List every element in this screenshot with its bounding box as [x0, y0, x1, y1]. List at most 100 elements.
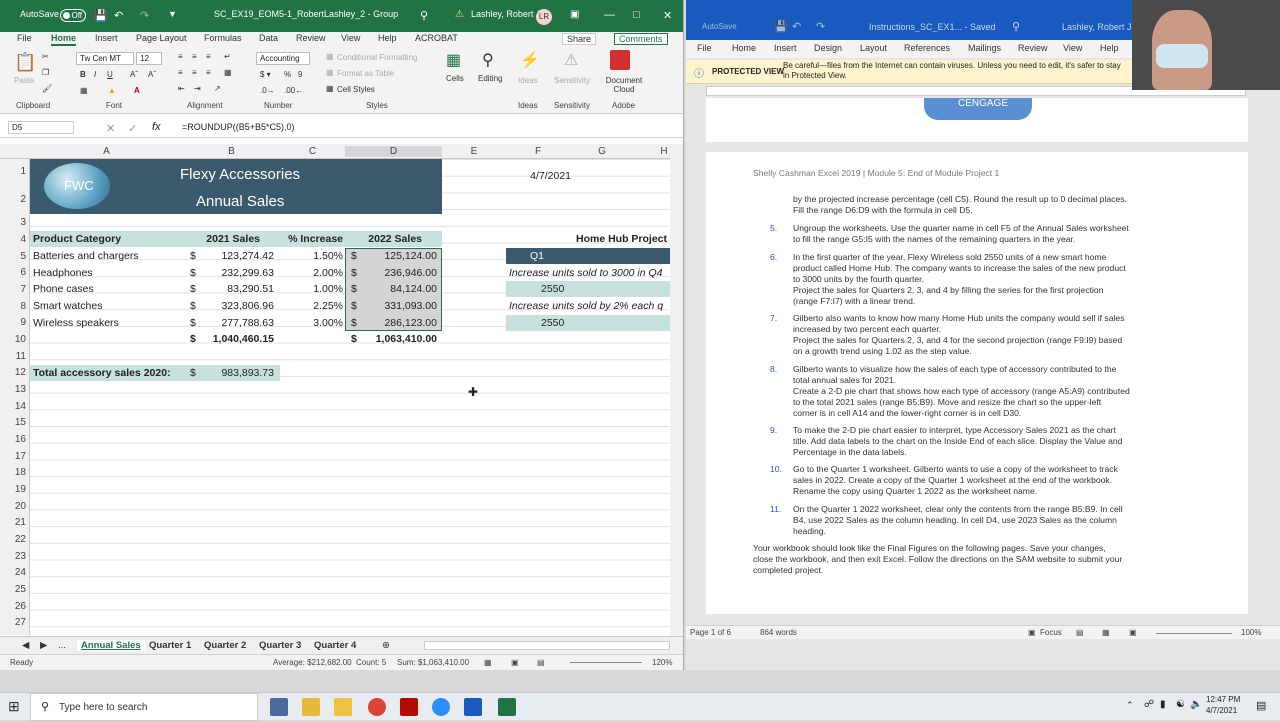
currency-cell[interactable]: $	[190, 281, 196, 297]
focus-icon[interactable]: ▣	[1028, 628, 1036, 637]
word-save-icon[interactable]: 💾	[774, 20, 788, 33]
sheet-tab-quarter-3[interactable]: Quarter 3	[259, 640, 301, 651]
category-cell[interactable]: Smart watches	[33, 298, 102, 314]
column-header[interactable]: A	[30, 146, 183, 157]
format-painter-icon[interactable]: 🖌	[42, 84, 52, 93]
ideas-button[interactable]: Ideas	[518, 76, 538, 85]
align-bottom-icon[interactable]: ≡	[206, 52, 211, 61]
header-category[interactable]: Product Category	[33, 231, 121, 247]
cell-styles-button[interactable]: Cell Styles	[337, 85, 375, 94]
document-cloud-button[interactable]: Document Cloud	[602, 76, 646, 94]
header-2021-sales[interactable]: 2021 Sales	[183, 231, 260, 247]
name-box[interactable]: D5	[8, 121, 74, 134]
zoom-slider[interactable]	[570, 662, 642, 663]
chrome-icon[interactable]	[368, 698, 386, 716]
projection-label-2[interactable]: Increase units sold by 2% each q	[509, 298, 663, 314]
file-explorer-icon[interactable]	[302, 698, 320, 716]
word-tab-insert[interactable]: Insert	[774, 43, 797, 53]
row-header[interactable]: 16	[0, 434, 26, 445]
row-header[interactable]: 2	[0, 194, 26, 205]
tab-file[interactable]: File	[17, 33, 32, 43]
row-header[interactable]: 3	[0, 217, 26, 228]
increase-cell[interactable]: 1.50%	[280, 248, 343, 264]
taskbar-search[interactable]: ⚲ Type here to search	[30, 693, 258, 721]
cut-icon[interactable]: ✂	[42, 52, 49, 61]
currency-cell[interactable]: $	[351, 248, 357, 264]
conditional-formatting-button[interactable]: Conditional Formatting	[337, 53, 417, 62]
sales-2021-cell[interactable]: 277,788.63	[200, 315, 274, 331]
clock-time[interactable]: 12:47 PM	[1206, 695, 1240, 704]
close-button[interactable]: ✕	[663, 9, 672, 22]
underline-button[interactable]: U	[107, 70, 113, 79]
row-header[interactable]: 25	[0, 584, 26, 595]
column-header[interactable]: C	[280, 146, 345, 157]
adobe-pdf-icon[interactable]	[610, 50, 630, 70]
search-icon[interactable]: ⚲	[420, 9, 428, 22]
align-top-icon[interactable]: ≡	[178, 52, 183, 61]
sheet-prev-icon[interactable]: ◀	[22, 640, 29, 651]
decrease-decimal-icon[interactable]: .00←	[284, 86, 303, 95]
currency-cell[interactable]: $	[351, 265, 357, 281]
ideas-icon[interactable]: ⚡	[520, 50, 540, 70]
increase-cell[interactable]: 2.25%	[280, 298, 343, 314]
word-tab-home[interactable]: Home	[732, 43, 756, 53]
normal-view-icon[interactable]: ▦	[484, 658, 492, 667]
sheet-tab-annual-sales[interactable]: Annual Sales	[77, 640, 145, 651]
zoom-level[interactable]: 120%	[652, 658, 672, 667]
row-header[interactable]: 15	[0, 417, 26, 428]
borders-icon[interactable]: ▦	[80, 86, 88, 95]
row-header[interactable]: 12	[0, 367, 26, 378]
customize-icon[interactable]: ▼	[168, 9, 177, 19]
merge-center-icon[interactable]: ▦	[224, 68, 232, 77]
row-header[interactable]: 17	[0, 451, 26, 462]
word-zoom-slider[interactable]	[1156, 633, 1232, 634]
align-left-icon[interactable]: ≡	[178, 68, 183, 77]
row-header[interactable]: 22	[0, 534, 26, 545]
header-2022-sales[interactable]: 2022 Sales	[345, 231, 422, 247]
total-2021[interactable]: 1,040,460.15	[200, 331, 274, 347]
web-layout-icon[interactable]: ▣	[1129, 628, 1137, 637]
share-button[interactable]: Share	[562, 33, 597, 45]
ribbon-display-icon[interactable]: ▣	[570, 9, 579, 20]
increase-indent-icon[interactable]: ⇥	[194, 84, 201, 93]
total-2022[interactable]: 1,063,410.00	[360, 331, 437, 347]
home-hub-title[interactable]: Home Hub Project	[576, 231, 667, 247]
tray-chevron-icon[interactable]: ⌃	[1126, 700, 1134, 711]
category-cell[interactable]: Phone cases	[33, 281, 94, 297]
clock-date[interactable]: 4/7/2021	[1206, 706, 1237, 715]
word-zoom-level[interactable]: 100%	[1241, 628, 1261, 637]
currency-cell[interactable]: $	[351, 298, 357, 314]
orientation-icon[interactable]: ↗	[214, 84, 221, 93]
percent-format-icon[interactable]: %	[284, 70, 291, 79]
total-sales-value[interactable]: 983,893.73	[200, 365, 274, 381]
row-header[interactable]: 24	[0, 567, 26, 578]
fill-color-icon[interactable]: ▲	[108, 86, 116, 95]
increase-cell[interactable]: 2.00%	[280, 265, 343, 281]
currency-cell[interactable]: $	[190, 315, 196, 331]
sales-2021-cell[interactable]: 323,806.96	[200, 298, 274, 314]
decrease-indent-icon[interactable]: ⇤	[178, 84, 185, 93]
comma-format-icon[interactable]: 9	[298, 70, 302, 79]
row-header[interactable]: 5	[0, 251, 26, 262]
wifi-icon[interactable]: ☯	[1176, 699, 1185, 710]
row-header[interactable]: 13	[0, 384, 26, 395]
battery-icon[interactable]: ▮	[1160, 699, 1166, 710]
insert-function-icon[interactable]: fx	[152, 121, 161, 133]
italic-button[interactable]: I	[94, 70, 96, 79]
sheet-tab-quarter-2[interactable]: Quarter 2	[204, 640, 246, 651]
editing-button[interactable]: Editing	[478, 74, 502, 83]
sales-2021-cell[interactable]: 232,299.63	[200, 265, 274, 281]
user-avatar[interactable]: LR	[536, 9, 552, 25]
autosave-toggle[interactable]: Off	[60, 9, 86, 22]
acrobat-icon[interactable]	[400, 698, 418, 716]
category-cell[interactable]: Batteries and chargers	[33, 248, 139, 264]
tab-data[interactable]: Data	[259, 33, 278, 43]
formula-input[interactable]: =ROUNDUP((B5+B5*C5),0)	[182, 122, 295, 132]
format-as-table-button[interactable]: Format as Table	[337, 69, 394, 78]
tab-review[interactable]: Review	[296, 33, 326, 43]
sticky-notes-icon[interactable]	[334, 698, 352, 716]
sales-2022-cell[interactable]: 125,124.00	[360, 248, 437, 264]
sales-2022-cell[interactable]: 236,946.00	[360, 265, 437, 281]
word-taskbar-icon[interactable]	[464, 698, 482, 716]
sheet-tab-more[interactable]: ...	[58, 640, 66, 651]
